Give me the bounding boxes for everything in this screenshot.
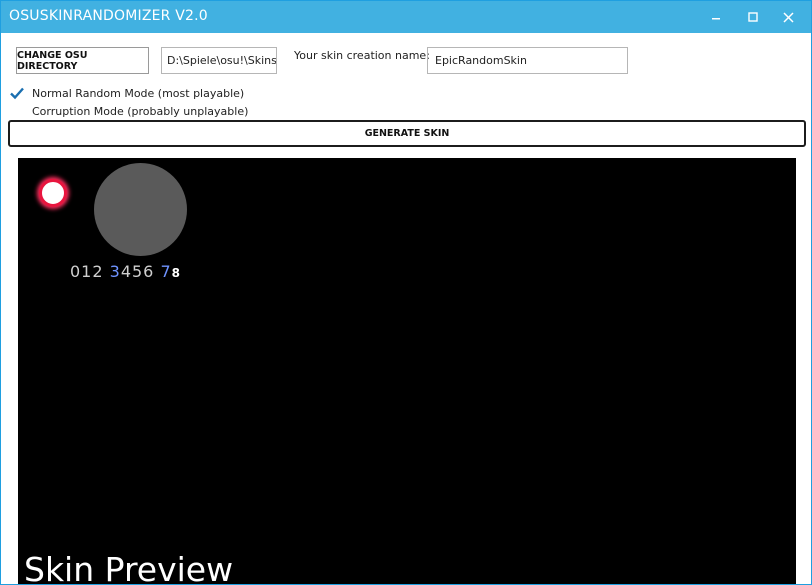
corruption-mode-checkbox[interactable]	[9, 103, 25, 119]
close-icon	[782, 11, 794, 23]
minimize-button[interactable]	[704, 5, 728, 29]
skin-preview-canvas: 012 3456 78 Skin Preview	[18, 158, 796, 584]
score-digits: 012 3456 78	[70, 262, 181, 281]
window-title: OSUSKINRANDOMIZER V2.0	[9, 8, 208, 24]
digit-seven: 7	[160, 262, 172, 281]
title-bar[interactable]: OSUSKINRANDOMIZER V2.0	[1, 1, 811, 33]
app-window: OSUSKINRANDOMIZER V2.0 CHANGE OSU DIRECT…	[0, 0, 812, 585]
checkmark-icon	[10, 87, 24, 100]
hit-circle	[39, 179, 67, 207]
normal-mode-option[interactable]: Normal Random Mode (most playable)	[9, 85, 244, 101]
skin-name-field[interactable]: EpicRandomSkin	[427, 47, 628, 74]
corruption-mode-option[interactable]: Corruption Mode (probably unplayable)	[9, 103, 248, 119]
digits-group-1: 012	[70, 262, 110, 281]
minimize-icon	[712, 18, 720, 20]
skin-name-label: Your skin creation name:	[294, 49, 430, 62]
directory-field[interactable]: D:\Spiele\osu!\Skins	[161, 47, 277, 74]
corruption-mode-label: Corruption Mode (probably unplayable)	[32, 104, 249, 118]
digit-eight: 8	[171, 266, 181, 280]
normal-mode-checkbox[interactable]	[9, 85, 25, 101]
maximize-icon	[748, 12, 758, 22]
close-button[interactable]	[776, 5, 800, 29]
approach-circle	[94, 163, 187, 256]
change-directory-button[interactable]: CHANGE OSU DIRECTORY	[16, 47, 149, 74]
maximize-button[interactable]	[741, 5, 765, 29]
normal-mode-label: Normal Random Mode (most playable)	[32, 86, 245, 100]
digit-three: 3	[109, 262, 121, 281]
digits-group-2: 456	[120, 262, 161, 281]
skin-preview-label: Skin Preview	[24, 550, 234, 584]
generate-skin-button[interactable]: GENERATE SKIN	[8, 120, 806, 147]
